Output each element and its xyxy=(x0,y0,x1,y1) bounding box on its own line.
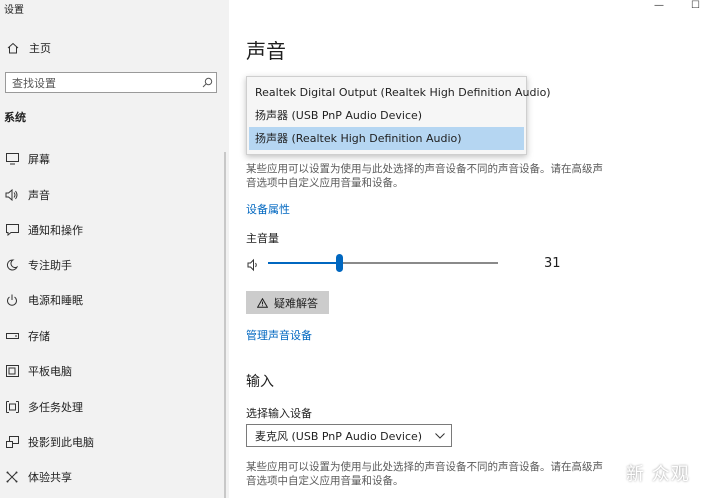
monitor-icon xyxy=(4,153,20,165)
input-device-value: 麦克风 (USB PnP Audio Device) xyxy=(255,429,423,443)
sidebar-item-label: 存储 xyxy=(28,330,50,343)
output-description: 某些应用可以设置为使用与此处选择的声音设备不同的声音设备。请在高级声音选项中自定… xyxy=(246,163,603,189)
sidebar-item-power[interactable]: 电源和睡眠 xyxy=(0,289,229,311)
chevron-down-icon xyxy=(429,432,451,439)
sidebar-item-storage[interactable]: 存储 xyxy=(0,325,229,347)
home-label: 主页 xyxy=(29,42,51,55)
project-icon xyxy=(4,436,20,448)
sidebar-item-label: 多任务处理 xyxy=(28,401,83,414)
search-placeholder: 查找设置 xyxy=(12,76,56,90)
sidebar-item-label: 声音 xyxy=(28,189,50,202)
search-input[interactable]: 查找设置 xyxy=(5,72,217,93)
storage-icon xyxy=(4,332,20,340)
section-label-system: 系统 xyxy=(4,111,26,124)
output-option-realtek[interactable]: 扬声器 (Realtek High Definition Audio) xyxy=(249,127,524,150)
home-link[interactable]: 主页 xyxy=(6,40,51,56)
troubleshoot-button[interactable]: 疑难解答 xyxy=(246,291,329,314)
page-title: 声音 xyxy=(246,39,286,63)
master-volume-fill xyxy=(268,262,340,264)
sidebar-item-sound[interactable]: 声音 xyxy=(0,184,229,206)
manage-sound-devices-link[interactable]: 管理声音设备 xyxy=(246,327,312,343)
multitask-icon xyxy=(4,401,20,413)
notification-icon xyxy=(4,224,20,236)
sidebar-item-notifications[interactable]: 通知和操作 xyxy=(0,219,229,241)
sidebar-item-display[interactable]: 屏幕 xyxy=(0,148,229,170)
input-device-select[interactable]: 麦克风 (USB PnP Audio Device) xyxy=(246,424,452,447)
maximize-button[interactable]: ☐ xyxy=(691,0,700,11)
master-volume-value: 31 xyxy=(544,256,561,271)
device-properties-link[interactable]: 设备属性 xyxy=(246,201,290,217)
share-icon xyxy=(4,471,20,483)
input-description: 某些应用可以设置为使用与此处选择的声音设备不同的声音设备。请在高级声音选项中自定… xyxy=(246,461,603,487)
sidebar-item-label: 专注助手 xyxy=(28,259,72,272)
sidebar-item-label: 电源和睡眠 xyxy=(28,294,83,307)
sidebar-scrollbar[interactable] xyxy=(224,152,226,498)
output-option-usb[interactable]: 扬声器 (USB PnP Audio Device) xyxy=(247,104,526,127)
sidebar-item-label: 屏幕 xyxy=(28,153,50,166)
watermark: 新 众观 xyxy=(626,464,690,485)
sidebar-item-label: 通知和操作 xyxy=(28,224,83,237)
sidebar-item-focus-assist[interactable]: 专注助手 xyxy=(0,254,229,276)
sidebar: 设置 主页 查找设置 系统 屏幕 声音 通知和操作 专注助手 电源和睡眠 存储 … xyxy=(0,0,229,498)
troubleshoot-label: 疑难解答 xyxy=(274,296,318,310)
main-content: — ☐ 声音 Realtek Digital Output (Realtek H… xyxy=(229,0,720,498)
sidebar-item-project[interactable]: 投影到此电脑 xyxy=(0,431,229,453)
sidebar-item-label: 投影到此电脑 xyxy=(28,436,94,449)
home-icon xyxy=(6,42,20,54)
volume-icon[interactable] xyxy=(247,257,259,272)
sidebar-item-tablet[interactable]: 平板电脑 xyxy=(0,360,229,382)
minimize-button[interactable]: — xyxy=(654,0,664,11)
sidebar-item-label: 体验共享 xyxy=(28,471,72,484)
window-title: 设置 xyxy=(4,5,24,16)
master-volume-label: 主音量 xyxy=(246,232,279,245)
master-volume-slider[interactable] xyxy=(268,254,498,272)
moon-icon xyxy=(4,259,20,271)
input-device-label: 选择输入设备 xyxy=(246,407,312,420)
sidebar-item-label: 平板电脑 xyxy=(28,365,72,378)
warning-icon xyxy=(257,297,268,308)
input-section-title: 输入 xyxy=(246,374,274,390)
tablet-icon xyxy=(4,365,20,377)
speaker-icon xyxy=(4,189,20,201)
output-option-digital[interactable]: Realtek Digital Output (Realtek High Def… xyxy=(247,81,551,104)
sidebar-item-shared-experiences[interactable]: 体验共享 xyxy=(0,466,229,488)
search-icon[interactable] xyxy=(198,77,216,88)
master-volume-thumb[interactable] xyxy=(335,254,343,272)
sidebar-item-multitasking[interactable]: 多任务处理 xyxy=(0,396,229,418)
output-device-dropdown-list[interactable]: Realtek Digital Output (Realtek High Def… xyxy=(246,76,551,155)
power-icon xyxy=(4,294,20,306)
